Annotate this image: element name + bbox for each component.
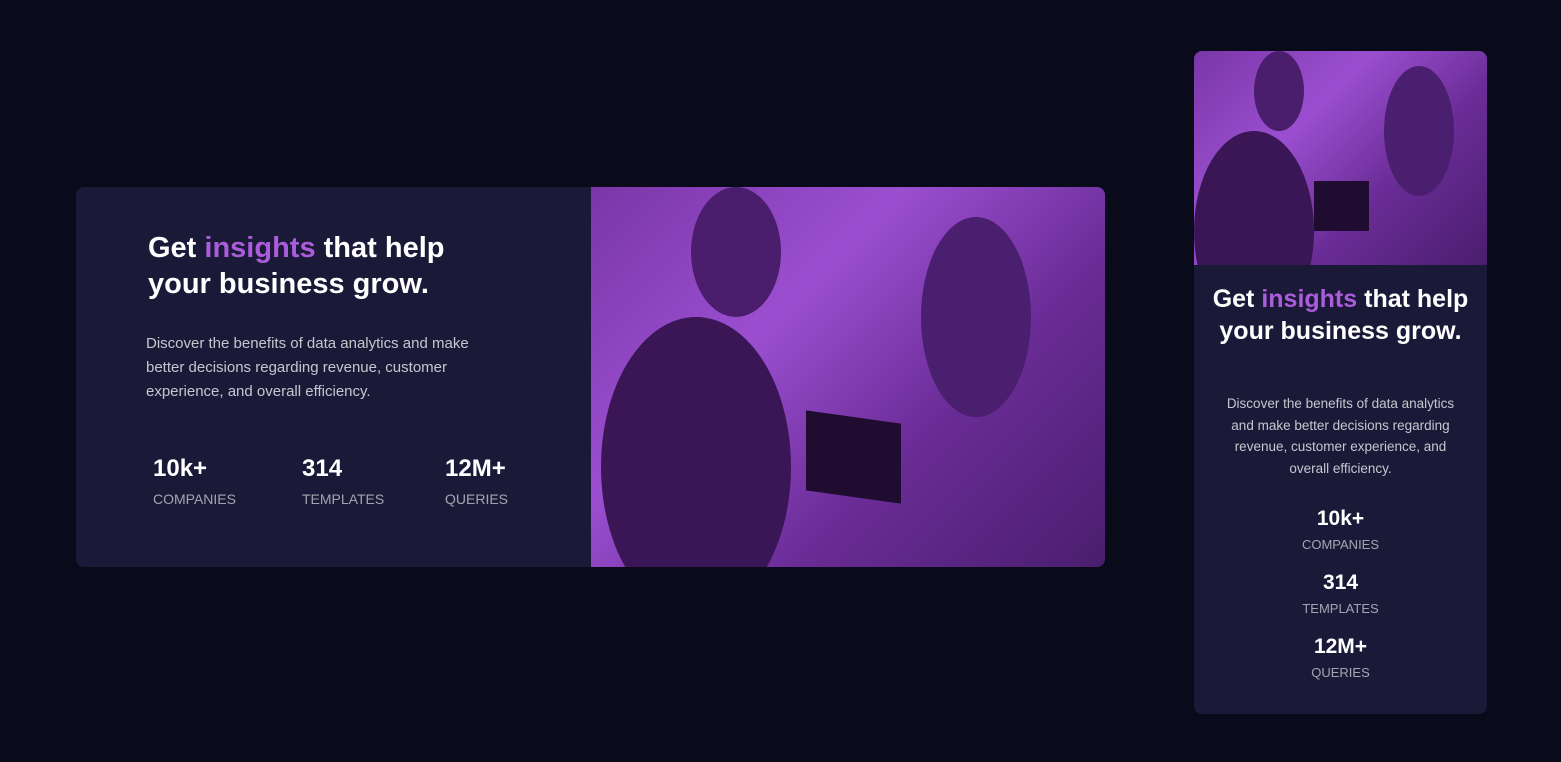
stat-label: Companies — [1301, 537, 1380, 552]
stat-label: Templates — [1302, 601, 1379, 616]
stat-companies: 10k+ Companies — [1194, 507, 1487, 571]
stats-card-mobile: Get insights that help your business gro… — [1194, 51, 1487, 714]
heading-highlight: insights — [204, 232, 316, 264]
stat-value: 10k+ — [1316, 507, 1365, 530]
stat-label: Templates — [302, 491, 385, 507]
stats-list: 10k+ Companies 314 Templates 12M+ Queries — [1194, 507, 1487, 699]
stat-companies: 10k+ Companies — [153, 455, 302, 507]
stat-templates: 314 Templates — [1194, 571, 1487, 635]
stat-queries: 12M+ Queries — [1194, 635, 1487, 699]
stat-value: 12M+ — [1313, 635, 1368, 658]
stat-label: Queries — [445, 491, 509, 507]
stat-label: Queries — [1311, 665, 1370, 680]
stat-value: 12M+ — [445, 455, 506, 482]
heading-highlight: insights — [1261, 285, 1358, 313]
office-photo — [1194, 51, 1487, 265]
card-heading: Get insights that help your business gro… — [148, 232, 445, 300]
card-description: Discover the benefits of data analytics … — [1226, 396, 1455, 476]
stat-value: 314 — [1322, 571, 1359, 594]
stats-card-desktop: Get insights that help your business gro… — [76, 187, 1105, 567]
stat-value: 10k+ — [153, 455, 208, 482]
card-description: Discover the benefits of data analytics … — [146, 335, 469, 400]
stat-templates: 314 Templates — [302, 455, 445, 507]
stat-queries: 12M+ Queries — [445, 455, 508, 507]
office-photo — [591, 187, 1105, 567]
stats-list: 10k+ Companies 314 Templates 12M+ Queries — [153, 455, 508, 507]
stat-label: Companies — [153, 491, 236, 507]
stat-value: 314 — [302, 455, 343, 482]
card-heading: Get insights that help your business gro… — [1212, 285, 1469, 345]
